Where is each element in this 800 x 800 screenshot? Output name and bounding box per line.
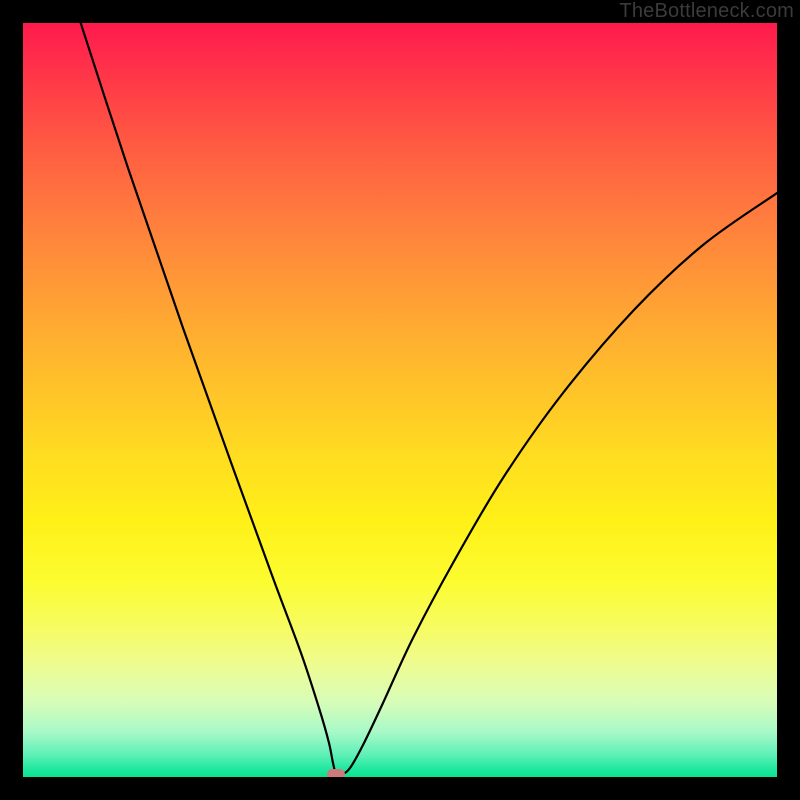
bottleneck-curve [23, 23, 777, 777]
minimum-marker [327, 769, 345, 777]
watermark-text: TheBottleneck.com [619, 0, 794, 23]
chart-frame [23, 23, 777, 777]
